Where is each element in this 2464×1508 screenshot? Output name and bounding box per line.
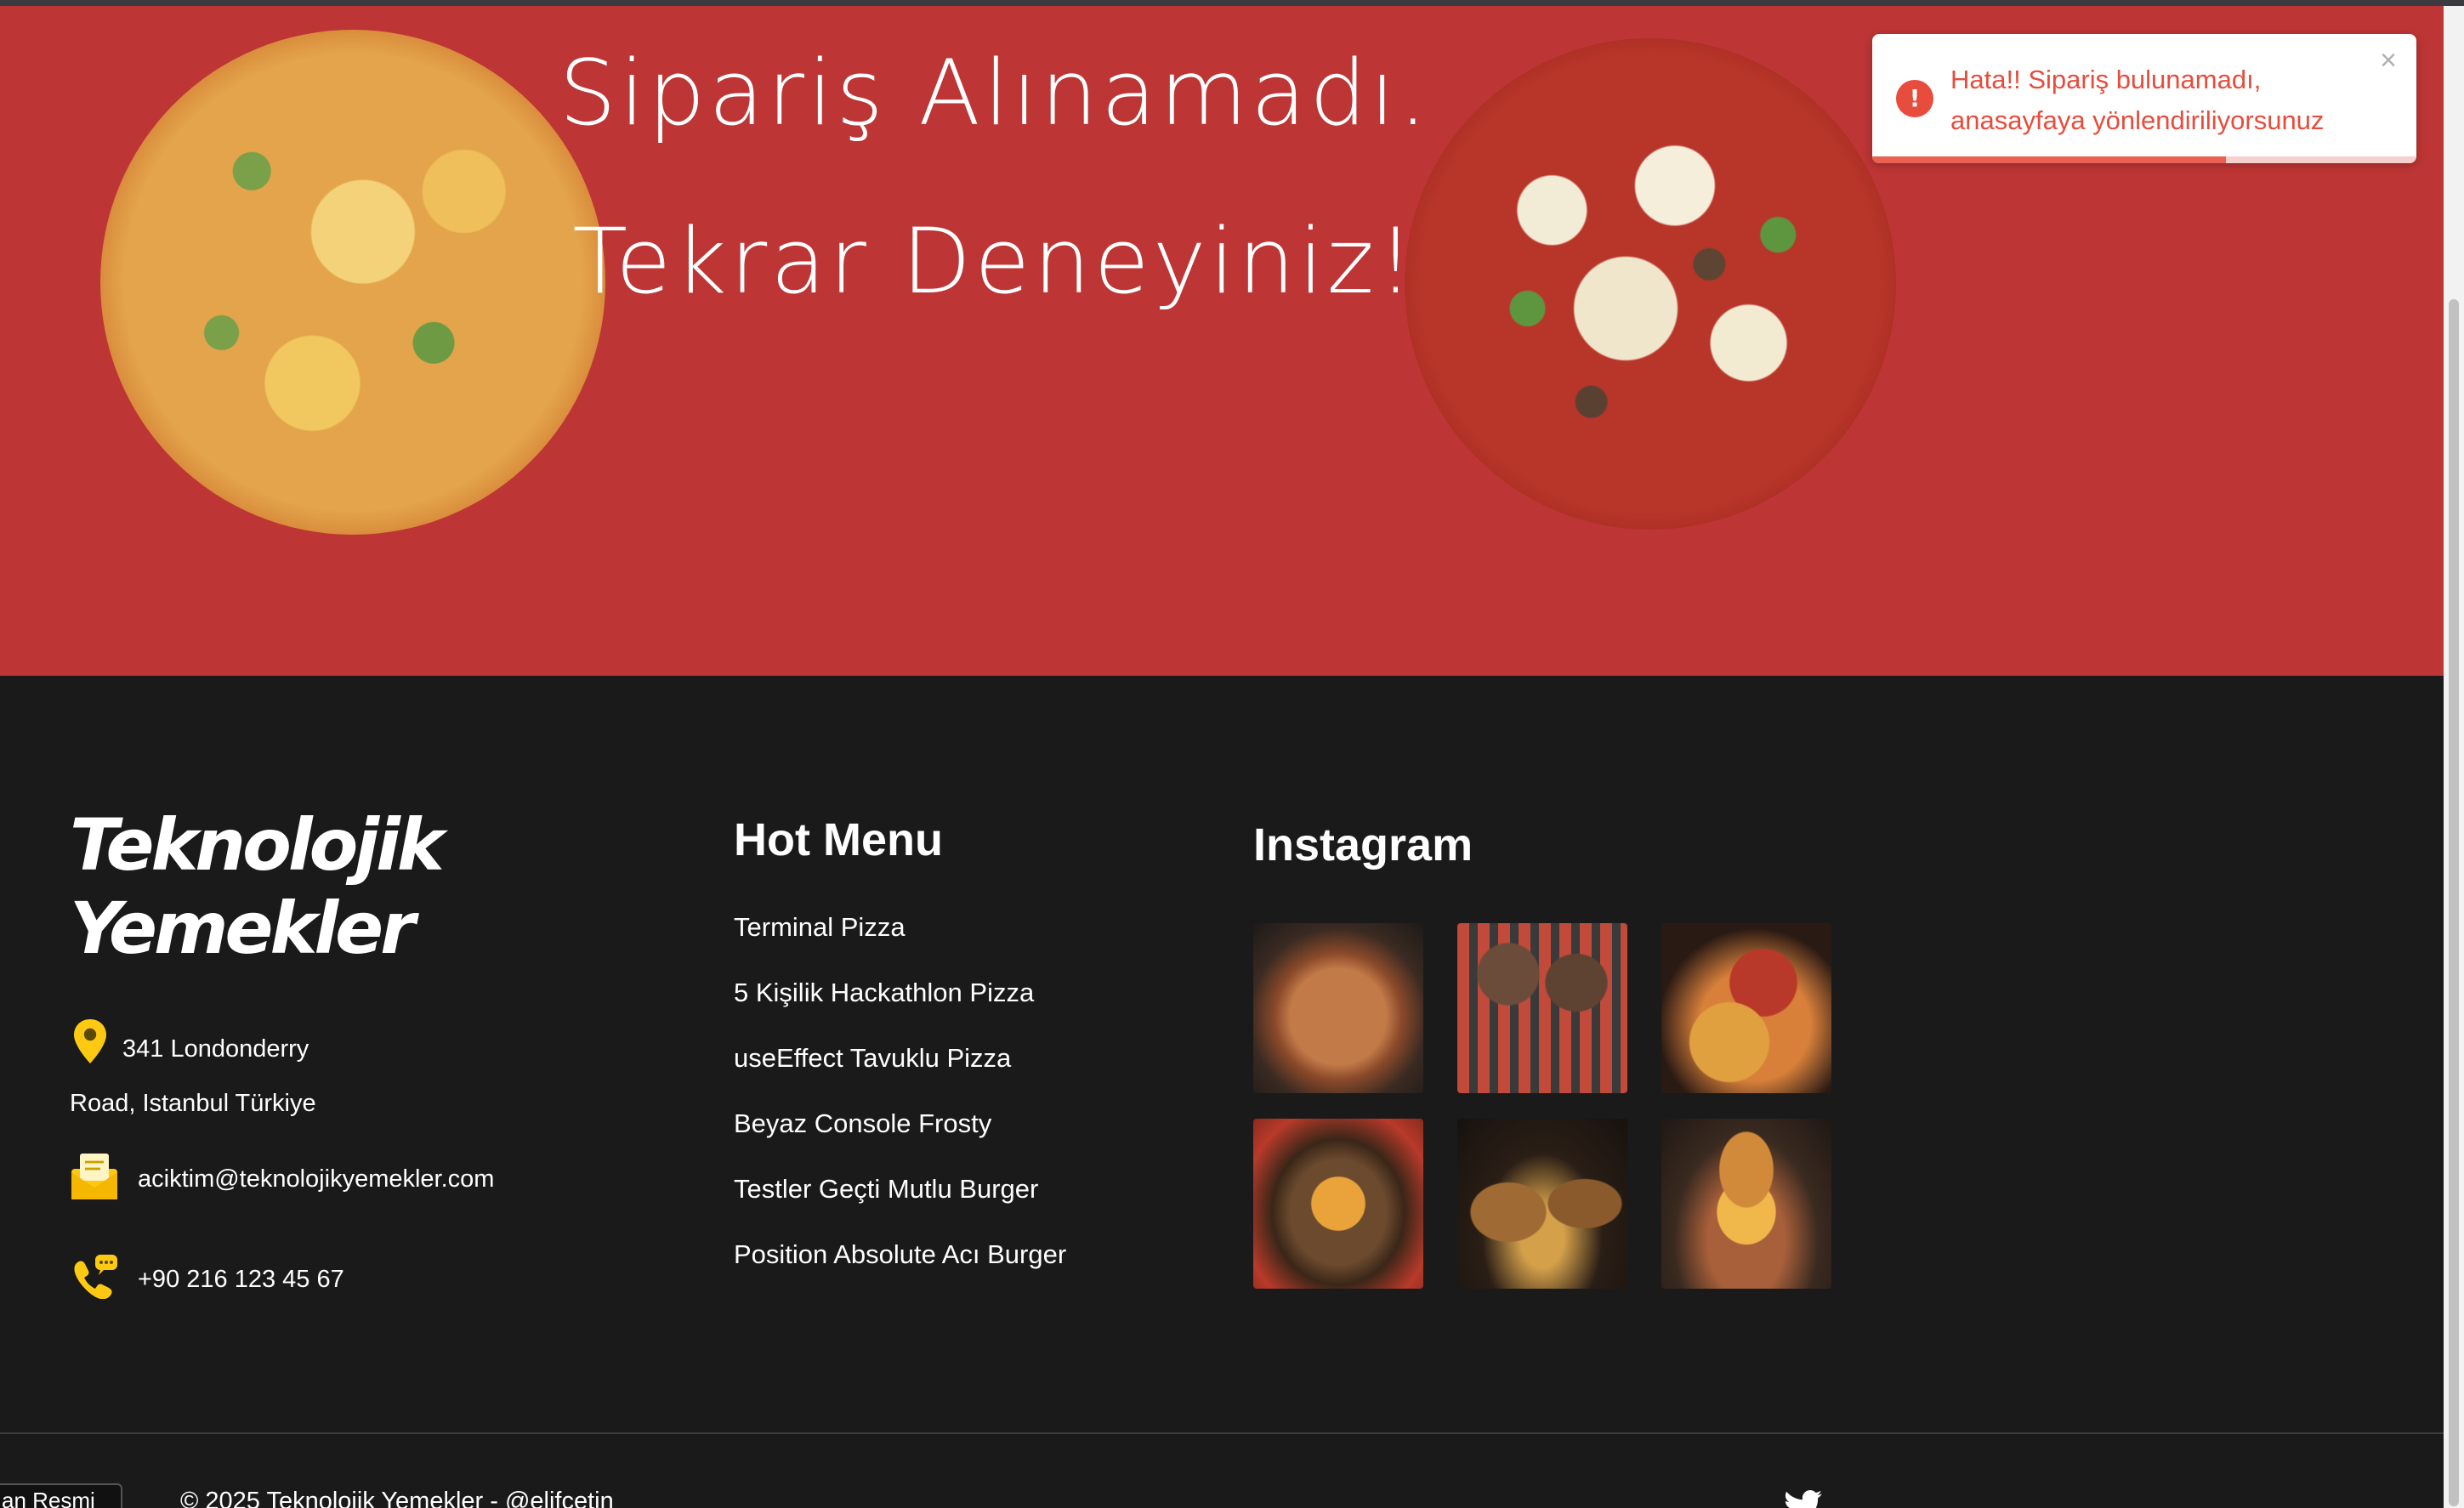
contact-email[interactable]: aciktim@teknolojikyemekler.com: [70, 1152, 494, 1206]
page-scrollbar[interactable]: [2444, 6, 2464, 1508]
address-line2: Road, Istanbul Türkiye: [70, 1090, 316, 1117]
menu-item-console-frosty[interactable]: Beyaz Console Frosty: [734, 1108, 1066, 1174]
hot-menu-title: Hot Menu: [734, 814, 943, 865]
menu-item-terminal-pizza[interactable]: Terminal Pizza: [734, 912, 1066, 978]
error-heading: Sipariş Alınamadı.: [559, 41, 1431, 145]
contact-phone[interactable]: +90 216 123 45 67: [70, 1253, 344, 1306]
toast-progress-bar: [1872, 156, 2226, 163]
contact-address: 341 Londonderry Road, Istanbul Türkiye: [70, 1018, 427, 1126]
instagram-image-grill[interactable]: [1457, 923, 1627, 1093]
site-footer: Teknolojik Yemekler 341 Londonderry Road…: [0, 676, 2444, 1508]
pizza-image-right: [1405, 38, 1896, 530]
twitter-icon[interactable]: [1784, 1490, 1823, 1508]
menu-item-useeffect-pizza[interactable]: useEffect Tavuklu Pizza: [734, 1043, 1066, 1108]
instagram-image-cheese-burger[interactable]: [1253, 1119, 1423, 1289]
address-line1: 341 Londonderry: [122, 1035, 309, 1063]
menu-item-hackathlon-pizza[interactable]: 5 Kişilik Hackathlon Pizza: [734, 978, 1066, 1043]
instagram-image-double-burger[interactable]: [1661, 1119, 1831, 1289]
instagram-title: Instagram: [1253, 819, 1473, 870]
email-link[interactable]: aciktim@teknolojikyemekler.com: [138, 1165, 494, 1193]
toast-message-line2: anasayfaya yönlendiriliyorsunuz: [1950, 105, 2325, 135]
phone-icon: [70, 1253, 119, 1306]
error-toast[interactable]: ! Hata!! Sipariş bulunamadı, anasayfaya …: [1872, 34, 2416, 163]
browser-top-line: [0, 0, 2464, 6]
menu-item-aci-burger[interactable]: Position Absolute Acı Burger: [734, 1239, 1066, 1305]
floating-badge[interactable]: an Resmi: [0, 1483, 122, 1508]
toast-message-line1: Hata!! Sipariş bulunamadı,: [1950, 65, 2262, 94]
close-icon[interactable]: ×: [2374, 46, 2403, 75]
brand-logo-line1: Teknolojik: [70, 803, 445, 887]
copyright-text: © 2025 Teknolojik Yemekler - @elifcetin: [180, 1488, 614, 1508]
location-pin-icon: [70, 1018, 111, 1080]
scrollbar-thumb[interactable]: [2449, 299, 2459, 1506]
footer-divider: [0, 1432, 2444, 1434]
hot-menu-list: Terminal Pizza 5 Kişilik Hackathlon Pizz…: [734, 912, 1066, 1305]
instagram-image-pizza[interactable]: [1253, 923, 1423, 1093]
instagram-image-burger-fries[interactable]: [1457, 1119, 1627, 1289]
brand-logo[interactable]: Teknolojik Yemekler: [70, 803, 445, 970]
menu-item-mutlu-burger[interactable]: Testler Geçti Mutlu Burger: [734, 1174, 1066, 1239]
brand-logo-line2: Yemekler: [70, 887, 416, 970]
envelope-icon: [70, 1150, 119, 1208]
retry-heading: Tekrar Deneyiniz!: [572, 209, 1417, 314]
toast-progress-track: [1872, 156, 2416, 163]
phone-number[interactable]: +90 216 123 45 67: [138, 1266, 344, 1294]
toast-message: Hata!! Sipariş bulunamadı, anasayfaya yö…: [1950, 60, 2376, 141]
pizza-image-left: [100, 30, 605, 535]
error-icon: !: [1896, 80, 1933, 117]
instagram-image-pepperoni-pizza[interactable]: [1661, 923, 1831, 1093]
